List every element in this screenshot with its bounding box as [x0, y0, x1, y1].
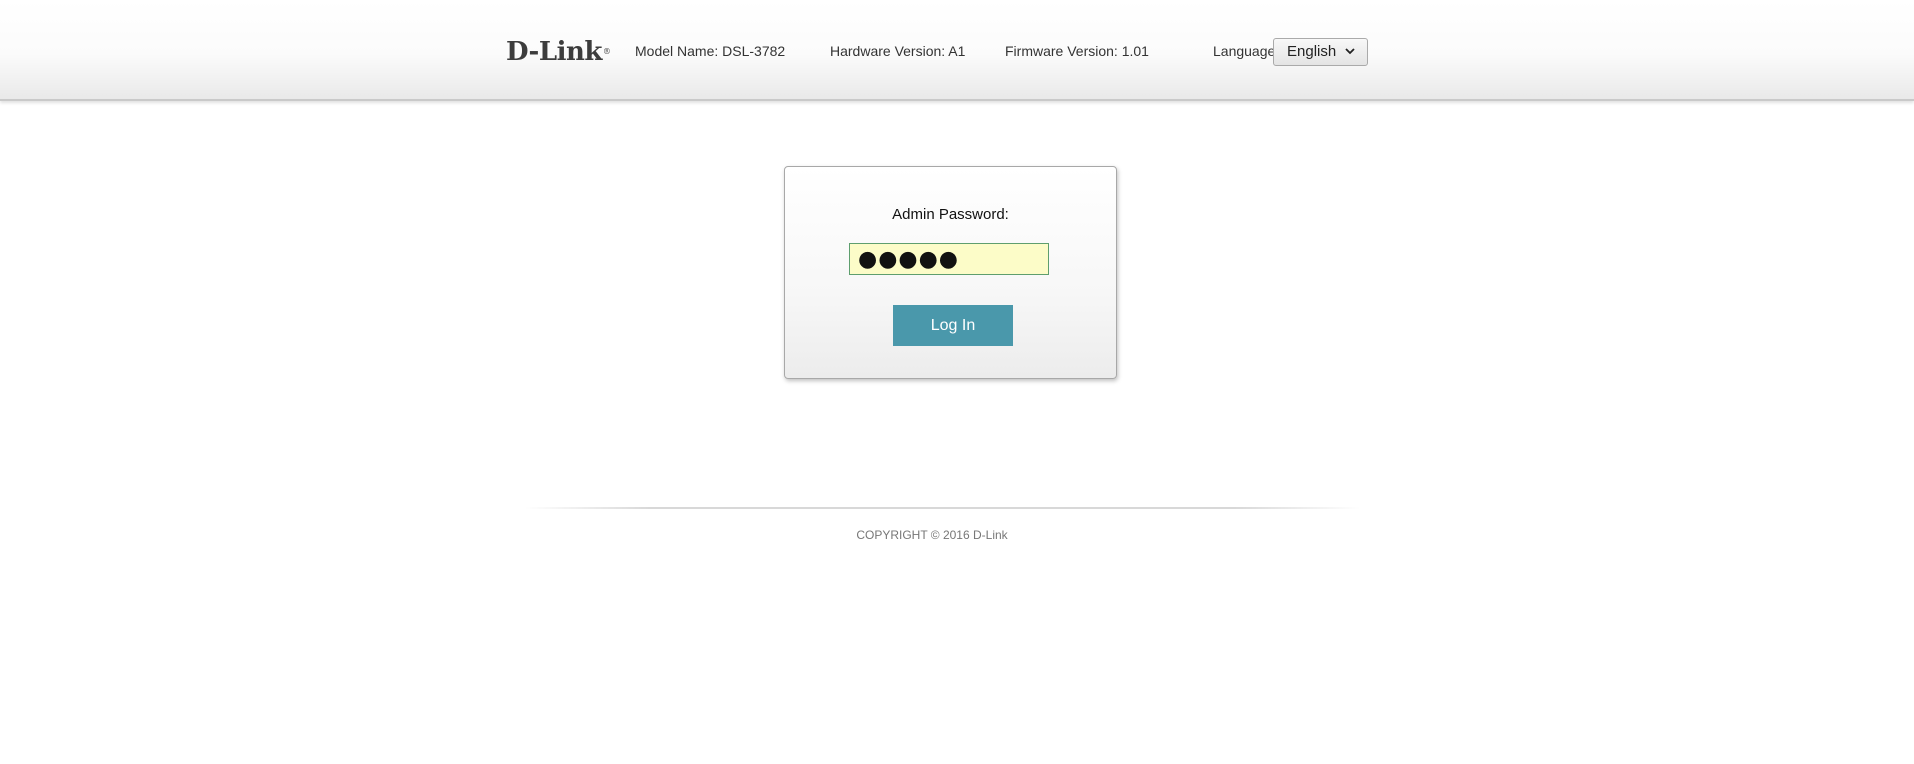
dlink-logo: D-Link®	[506, 36, 611, 68]
login-button[interactable]: Log In	[893, 305, 1013, 346]
language-select[interactable]: English	[1273, 38, 1368, 66]
footer-divider	[525, 507, 1360, 509]
logo-registered-mark: ®	[602, 47, 611, 56]
top-header: D-Link® Model Name: DSL-3782 Hardware Ve…	[0, 0, 1914, 101]
language-label: Language:	[1213, 43, 1280, 59]
logo-text: D-Link	[506, 37, 602, 67]
copyright-text: COPYRIGHT © 2016 D-Link	[856, 528, 1008, 542]
language-selected-value: English	[1287, 43, 1337, 60]
login-panel: Admin Password: Log In	[784, 166, 1117, 379]
admin-password-input[interactable]	[849, 243, 1049, 275]
admin-password-label: Admin Password:	[892, 206, 1009, 223]
hardware-version: Hardware Version: A1	[830, 43, 966, 59]
model-name: Model Name: DSL-3782	[635, 43, 786, 59]
chevron-down-icon	[1345, 48, 1355, 55]
firmware-version: Firmware Version: 1.01	[1005, 43, 1149, 59]
